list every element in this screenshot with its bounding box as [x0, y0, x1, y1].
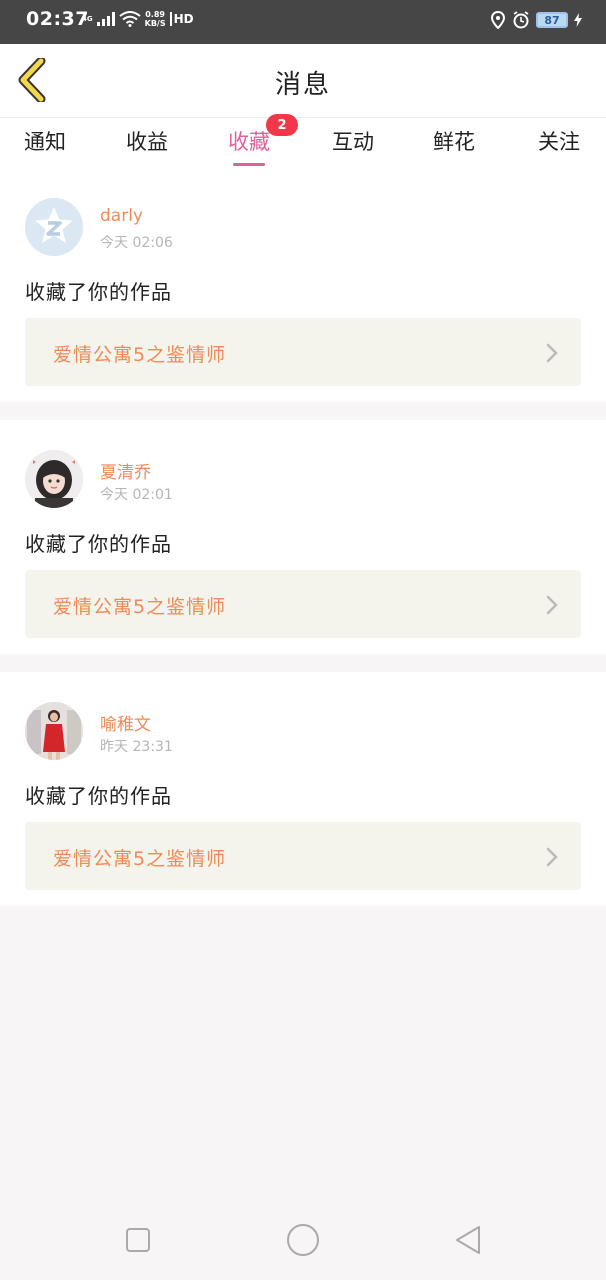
status-time: 02:37 [26, 8, 89, 30]
work-link[interactable]: 爱情公寓5之鉴情师 [25, 570, 581, 638]
app-root: 02:37 4G 0.89 KB/S HD 87 消息 通知 收益 收藏 2 互… [0, 0, 606, 1280]
tab-label: 通知 [24, 130, 66, 154]
avatar[interactable] [25, 702, 83, 760]
message-text: 收藏了你的作品 [25, 280, 172, 304]
tab-label: 收益 [126, 130, 168, 154]
circle-icon [287, 1224, 319, 1256]
avatar[interactable] [25, 450, 83, 508]
battery-indicator: 87 [536, 12, 568, 28]
message-time: 昨天 23:31 [100, 739, 173, 755]
speed-value: 0.89 [145, 10, 165, 19]
back-nav-button[interactable] [450, 1222, 486, 1258]
signal-icon [96, 12, 115, 26]
message-text: 收藏了你的作品 [25, 784, 172, 808]
page-title: 消息 [274, 70, 331, 100]
tab-label: 鲜花 [433, 130, 475, 154]
user-name[interactable]: darly [100, 206, 143, 226]
user-name[interactable]: 夏清乔 [100, 458, 151, 483]
system-nav-bar [0, 1200, 606, 1280]
network-type: 4G [82, 15, 93, 23]
status-right-icons: 87 [490, 11, 582, 29]
hd-indicator: HD [169, 12, 194, 26]
message-time: 今天 02:06 [100, 235, 173, 251]
tab-favorites[interactable]: 收藏 2 [228, 114, 298, 166]
work-link[interactable]: 爱情公寓5之鉴情师 [25, 318, 581, 386]
status-left-icons: 4G 0.89 KB/S HD [82, 10, 194, 28]
user-photo-icon [25, 702, 83, 760]
message-text: 收藏了你的作品 [25, 532, 172, 556]
tab-flowers[interactable]: 鲜花 [433, 126, 475, 166]
network-speed: 0.89 KB/S [145, 10, 166, 28]
charging-icon [574, 13, 582, 27]
tab-label: 关注 [538, 130, 580, 154]
alarm-icon [513, 11, 529, 29]
tab-bar: 通知 收益 收藏 2 互动 鲜花 关注 [0, 114, 606, 168]
wifi-icon [119, 11, 141, 27]
default-avatar-icon [25, 198, 83, 256]
chevron-right-icon [546, 343, 558, 363]
tab-label: 收藏 [228, 130, 270, 154]
work-title: 爱情公寓5之鉴情师 [53, 344, 227, 366]
message-list: darly 今天 02:06 收藏了你的作品 爱情公寓5之鉴情师 夏清乔 今天 … [0, 168, 606, 924]
speed-unit: KB/S [144, 19, 166, 28]
location-icon [490, 11, 506, 29]
tab-interactions[interactable]: 互动 [332, 126, 374, 166]
chevron-right-icon [546, 595, 558, 615]
user-photo-icon [25, 450, 83, 508]
work-title: 爱情公寓5之鉴情师 [53, 596, 227, 618]
unread-badge: 2 [266, 114, 298, 136]
chevron-right-icon [546, 847, 558, 867]
recent-apps-button[interactable] [120, 1222, 156, 1258]
home-button[interactable] [285, 1222, 321, 1258]
active-tab-indicator [233, 163, 265, 166]
header: 消息 [0, 44, 606, 118]
tab-label: 互动 [332, 130, 374, 154]
user-name[interactable]: 喻稚文 [100, 710, 151, 735]
work-title: 爱情公寓5之鉴情师 [53, 848, 227, 870]
avatar[interactable] [25, 198, 83, 256]
tab-follows[interactable]: 关注 [538, 126, 580, 166]
status-bar: 02:37 4G 0.89 KB/S HD 87 [0, 0, 606, 44]
tab-notifications[interactable]: 通知 [24, 126, 66, 166]
square-icon [126, 1228, 150, 1252]
message-card: 夏清乔 今天 02:01 收藏了你的作品 爱情公寓5之鉴情师 [0, 420, 606, 654]
message-time: 今天 02:01 [100, 487, 173, 503]
message-card: darly 今天 02:06 收藏了你的作品 爱情公寓5之鉴情师 [0, 168, 606, 402]
triangle-back-icon [456, 1226, 480, 1254]
work-link[interactable]: 爱情公寓5之鉴情师 [25, 822, 581, 890]
message-card: 喻稚文 昨天 23:31 收藏了你的作品 爱情公寓5之鉴情师 [0, 672, 606, 906]
tab-earnings[interactable]: 收益 [126, 126, 168, 166]
